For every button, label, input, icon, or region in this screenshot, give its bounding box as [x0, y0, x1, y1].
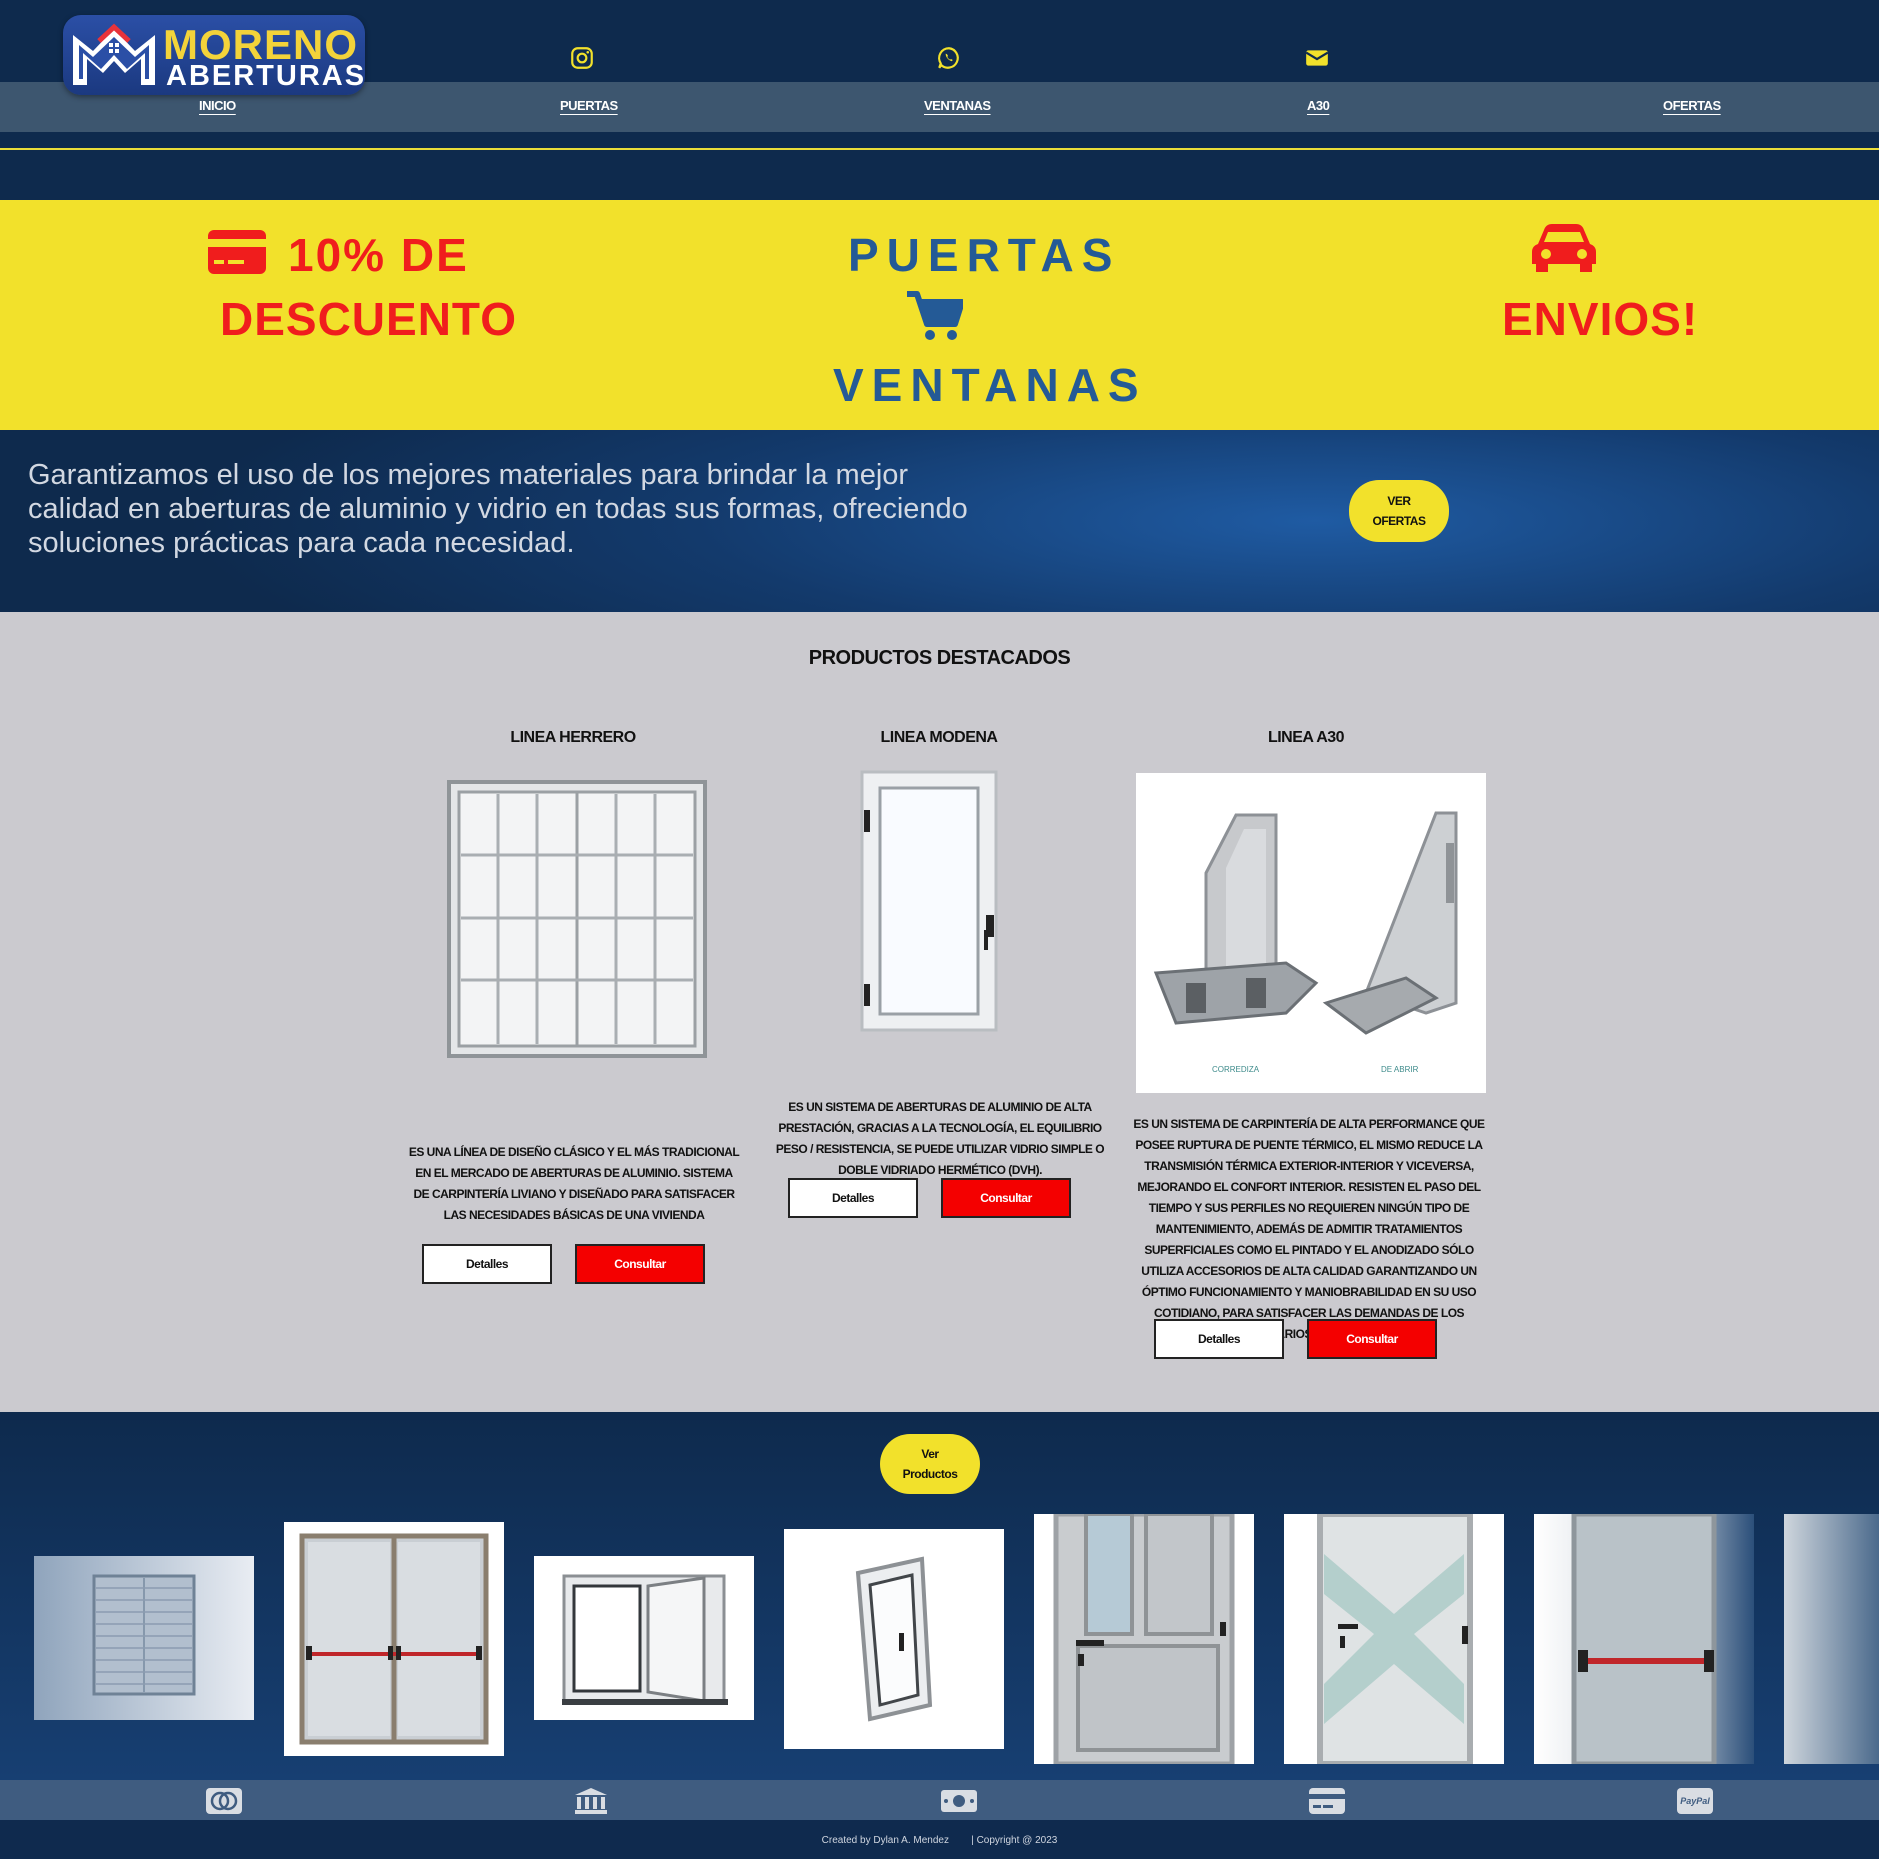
- nav-inicio[interactable]: INICIO: [199, 98, 236, 113]
- gallery-item-double-door[interactable]: [284, 1522, 504, 1756]
- product-title-herrero: LINEA HERRERO: [510, 729, 636, 746]
- a30-caption-de-abrir: DE ABRIR: [1381, 1065, 1419, 1074]
- gallery-item-panic-door[interactable]: [1534, 1514, 1754, 1764]
- modena-detalles-button[interactable]: Detalles: [788, 1178, 918, 1218]
- a30-detalles-button[interactable]: Detalles: [1154, 1319, 1284, 1359]
- ver-productos-button[interactable]: Ver Productos: [880, 1434, 980, 1494]
- a30-caption-corrediza: CORREDIZA: [1212, 1065, 1260, 1074]
- envelope-icon[interactable]: [1304, 45, 1330, 71]
- product-image-herrero: [447, 780, 707, 1058]
- footer-text: Created by Dylan A. Mendez | Copyright @…: [0, 1835, 1879, 1846]
- intro-text: Garantizamos el uso de los mejores mater…: [28, 459, 968, 559]
- tilt-window-icon: [855, 1556, 933, 1722]
- ver-productos-line2: Productos: [902, 1467, 958, 1481]
- products-title: PRODUCTOS DESTACADOS: [808, 647, 1071, 669]
- nav-puertas[interactable]: PUERTAS: [560, 98, 618, 113]
- logo-line2: ABERTURAS: [166, 60, 367, 92]
- double-door-icon: [299, 1533, 489, 1745]
- logo-mark-icon: [73, 23, 155, 85]
- promo-ventanas: VENTANAS: [833, 359, 1147, 411]
- car-icon: [1532, 224, 1596, 272]
- nav-ofertas[interactable]: OFERTAS: [1663, 98, 1721, 113]
- gallery-item-door-glass[interactable]: [1034, 1514, 1254, 1764]
- gallery-item-casement-window[interactable]: [534, 1556, 754, 1720]
- ver-ofertas-line1: VER: [1387, 494, 1411, 508]
- product-image-a30: CORREDIZA DE ABRIR: [1136, 773, 1486, 1093]
- nav-ventanas[interactable]: VENTANAS: [924, 98, 991, 113]
- product-title-a30: LINEA A30: [1267, 729, 1345, 746]
- product-desc-herrero: Es una línea de diseño clásico y el más …: [408, 1145, 740, 1222]
- herrero-detalles-button[interactable]: Detalles: [422, 1244, 552, 1284]
- promo-envios: ENVIOS!: [1502, 293, 1699, 345]
- herrero-consultar-button[interactable]: Consultar: [575, 1244, 705, 1284]
- gallery-item-shutter[interactable]: [34, 1556, 254, 1720]
- credit-card-icon: [208, 230, 266, 274]
- promo-band: 10% DE DESCUENTO PUERTAS VENTANAS ENVIOS…: [0, 200, 1879, 430]
- panic-door-icon: [1571, 1514, 1717, 1764]
- door-glass-icon: [1053, 1514, 1235, 1764]
- bank-icon: [575, 1788, 607, 1814]
- gallery-item-frosted-door[interactable]: [1284, 1514, 1504, 1764]
- paypal-icon: PayPal: [1677, 1788, 1713, 1814]
- footer-copyright: | Copyright @ 2023: [971, 1835, 1058, 1846]
- featured-products: PRODUCTOS DESTACADOS LINEA HERRERO Es un…: [0, 612, 1879, 1412]
- promo-discount-line1: 10% DE: [288, 229, 469, 281]
- casement-window-icon: [562, 1574, 728, 1705]
- gallery-item-tilt-window[interactable]: [784, 1529, 1004, 1749]
- mastercard-icon: [206, 1788, 242, 1814]
- footer-created: Created by Dylan A. Mendez: [821, 1835, 949, 1846]
- shopping-cart-icon: [907, 291, 963, 340]
- ver-ofertas-line2: OFERTAS: [1372, 514, 1426, 528]
- gallery-item-partial[interactable]: [1784, 1514, 1879, 1764]
- logo[interactable]: MORENO ABERTURAS: [63, 15, 365, 95]
- payment-bar: [0, 1780, 1879, 1820]
- product-desc-a30: Es un sistema de carpintería de alta per…: [1133, 1117, 1485, 1341]
- product-desc-modena: Es un sistema de aberturas de aluminio d…: [775, 1100, 1105, 1177]
- nav-a30[interactable]: A30: [1307, 98, 1330, 113]
- credit-card-icon: [1309, 1788, 1345, 1814]
- aluminum-profiles-icon: [1153, 811, 1458, 1035]
- cash-icon: [941, 1790, 977, 1812]
- frosted-door-icon: [1317, 1514, 1473, 1764]
- instagram-icon[interactable]: [569, 45, 595, 71]
- ver-ofertas-button[interactable]: VER OFERTAS: [1349, 480, 1449, 542]
- intro-section: Garantizamos el uso de los mejores mater…: [0, 430, 1879, 612]
- paypal-label: PayPal: [1680, 1796, 1710, 1806]
- promo-discount-line2: DESCUENTO: [220, 293, 517, 345]
- ver-productos-line1: Ver: [921, 1447, 939, 1461]
- product-image-modena: [860, 770, 998, 1032]
- modena-consultar-button[interactable]: Consultar: [941, 1178, 1071, 1218]
- header-divider: [0, 148, 1879, 150]
- whatsapp-icon[interactable]: [936, 45, 962, 71]
- product-title-modena: LINEA MODENA: [880, 729, 998, 746]
- promo-puertas: PUERTAS: [848, 229, 1121, 281]
- shutter-icon: [92, 1574, 196, 1696]
- a30-consultar-button[interactable]: Consultar: [1307, 1319, 1437, 1359]
